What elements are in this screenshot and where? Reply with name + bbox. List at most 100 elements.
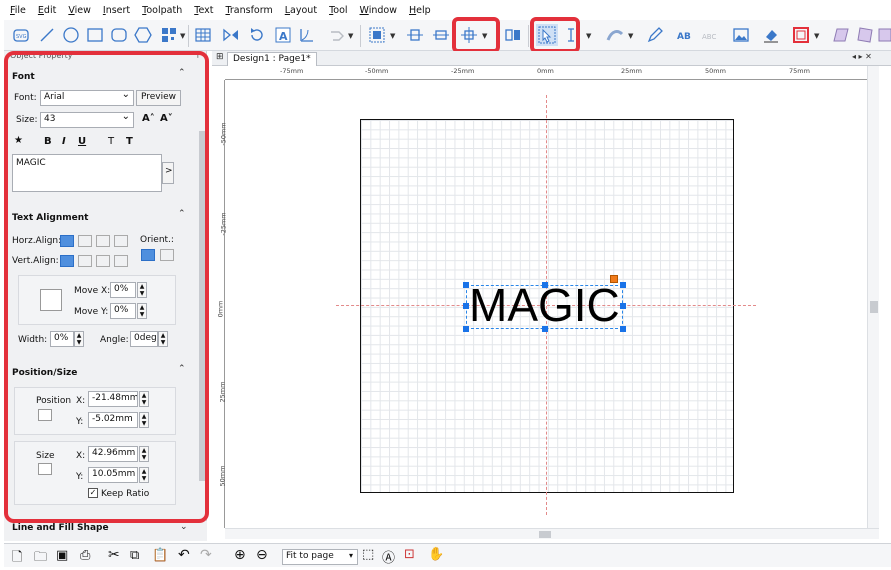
resize-handle[interactable] <box>620 326 626 332</box>
italic-button[interactable]: I <box>62 136 66 147</box>
3d-icon[interactable] <box>874 24 891 46</box>
pen-icon[interactable] <box>644 24 666 46</box>
zoom-in-icon[interactable]: ⊕ <box>234 547 246 563</box>
mirror-icon[interactable] <box>220 24 242 46</box>
ab-icon[interactable]: AB <box>674 24 696 46</box>
position-y-spinner[interactable]: ▲ ▼ <box>139 412 149 428</box>
frame-icon[interactable] <box>790 24 812 46</box>
width-spinner[interactable]: ▲ ▼ <box>74 331 84 347</box>
menu-file[interactable]: File <box>4 3 32 20</box>
vertical-scrollbar[interactable] <box>867 66 879 528</box>
resize-handle[interactable] <box>542 326 548 332</box>
circle-icon[interactable] <box>60 24 82 46</box>
angle-input[interactable]: 0deg <box>130 331 158 347</box>
scroll-thumb[interactable] <box>539 531 551 538</box>
resize-handle[interactable] <box>463 282 469 288</box>
preview-button[interactable]: Preview <box>136 90 182 106</box>
weld-icon[interactable] <box>326 24 348 46</box>
resize-handle[interactable] <box>463 303 469 309</box>
zoom-select[interactable]: Fit to page <box>282 549 358 565</box>
collapse-icon[interactable]: ⌃ <box>178 364 186 374</box>
align-center-h-icon[interactable] <box>404 24 426 46</box>
chevron-down-icon[interactable]: ▼ <box>586 32 591 40</box>
valign-middle-button[interactable] <box>78 255 92 267</box>
pin-icon[interactable]: ⊤ <box>194 51 202 61</box>
size-x-spinner[interactable]: ▲ ▼ <box>139 446 149 462</box>
chevron-down-icon[interactable]: ▼ <box>348 32 353 40</box>
move-x-spinner[interactable]: ▲ ▼ <box>137 282 147 298</box>
menu-window[interactable]: Window <box>354 3 403 20</box>
menu-view[interactable]: View <box>62 3 97 20</box>
svg-import-icon[interactable]: SVG <box>10 24 32 46</box>
text-more-button[interactable]: > <box>162 162 174 184</box>
zoom-object-icon[interactable]: Ⓐ <box>382 547 395 566</box>
pan-hand-icon[interactable]: ✋ <box>428 547 444 562</box>
text-small-button[interactable]: T <box>108 136 114 147</box>
align-right-button[interactable] <box>96 235 110 247</box>
orient-horizontal-button[interactable] <box>141 249 155 261</box>
chevron-down-icon[interactable]: ▼ <box>628 32 633 40</box>
valign-spread-button[interactable] <box>114 255 128 267</box>
text-effect-icon[interactable] <box>40 289 62 311</box>
wrap-text-icon[interactable] <box>296 24 318 46</box>
align-left-icon[interactable] <box>366 24 388 46</box>
design-canvas[interactable]: MAGIC <box>226 81 879 528</box>
rotate-handle[interactable] <box>610 275 618 283</box>
abc-icon[interactable]: ABC <box>700 24 722 46</box>
collapse-icon[interactable]: ⌃ <box>178 209 186 219</box>
tab-scroll-icon[interactable]: ◂ ▸ ✕ <box>852 52 872 61</box>
align-middle-icon[interactable] <box>430 24 452 46</box>
text-content-input[interactable]: MAGIC <box>12 154 162 192</box>
menu-toolpath[interactable]: Toolpath <box>136 3 188 20</box>
chevron-down-icon[interactable]: ▼ <box>180 32 185 40</box>
align-left-button[interactable] <box>60 235 74 247</box>
zoom-out-icon[interactable]: ⊖ <box>256 547 268 563</box>
hexagon-icon[interactable] <box>132 24 154 46</box>
align-center-button[interactable] <box>78 235 92 247</box>
size-y-spinner[interactable]: ▲ ▼ <box>139 467 149 483</box>
menu-transform[interactable]: Transform <box>219 3 278 20</box>
perspective-icon[interactable] <box>854 24 876 46</box>
image-icon[interactable] <box>730 24 752 46</box>
bend-icon[interactable] <box>604 24 626 46</box>
valign-bottom-button[interactable] <box>96 255 110 267</box>
text-icon[interactable]: A <box>272 24 294 46</box>
star-icon[interactable]: ★ <box>14 135 23 146</box>
position-x-input[interactable]: -21.48mm <box>88 391 138 407</box>
tab-design1-page1[interactable]: Design1 : Page1* <box>227 52 317 66</box>
bold-button[interactable]: B <box>44 136 52 147</box>
panel-scrollbar[interactable] <box>199 131 206 481</box>
size-anchor-icon[interactable] <box>38 463 52 475</box>
move-y-input[interactable]: 0% <box>110 303 136 319</box>
move-x-input[interactable]: 0% <box>110 282 136 298</box>
menu-layout[interactable]: Layout <box>279 3 323 20</box>
font-select[interactable]: Arial <box>40 89 134 106</box>
move-y-spinner[interactable]: ▲ ▼ <box>137 303 147 319</box>
undo-icon[interactable]: ↶ <box>178 547 190 563</box>
angle-spinner[interactable]: ▲ ▼ <box>158 331 168 347</box>
skew-icon[interactable] <box>830 24 852 46</box>
keep-ratio-checkbox[interactable]: ✓ <box>88 488 98 498</box>
eraser-icon[interactable] <box>760 24 782 46</box>
collapse-icon[interactable]: ⌃ <box>178 68 186 78</box>
text-large-button[interactable]: T <box>126 136 133 147</box>
distribute-icon[interactable] <box>502 24 524 46</box>
rectangle-icon[interactable] <box>84 24 106 46</box>
horizontal-scrollbar[interactable] <box>225 528 879 539</box>
resize-handle[interactable] <box>620 303 626 309</box>
rounded-rect-icon[interactable] <box>108 24 130 46</box>
menu-insert[interactable]: Insert <box>97 3 136 20</box>
resize-handle[interactable] <box>620 282 626 288</box>
redo-icon[interactable]: ↷ <box>200 547 212 563</box>
underline-button[interactable]: U <box>78 136 86 147</box>
resize-handle[interactable] <box>542 282 548 288</box>
rotate-icon[interactable] <box>246 24 268 46</box>
align-justify-button[interactable] <box>114 235 128 247</box>
copy-icon[interactable]: ⧉ <box>130 548 139 563</box>
cut-icon[interactable]: ✂ <box>108 547 120 563</box>
increase-font-icon[interactable]: A˄ <box>142 113 155 124</box>
qrcode-icon[interactable] <box>158 24 180 46</box>
chevron-down-icon[interactable]: ▼ <box>814 32 819 40</box>
menu-help[interactable]: Help <box>403 3 437 20</box>
valign-top-button[interactable] <box>60 255 74 267</box>
